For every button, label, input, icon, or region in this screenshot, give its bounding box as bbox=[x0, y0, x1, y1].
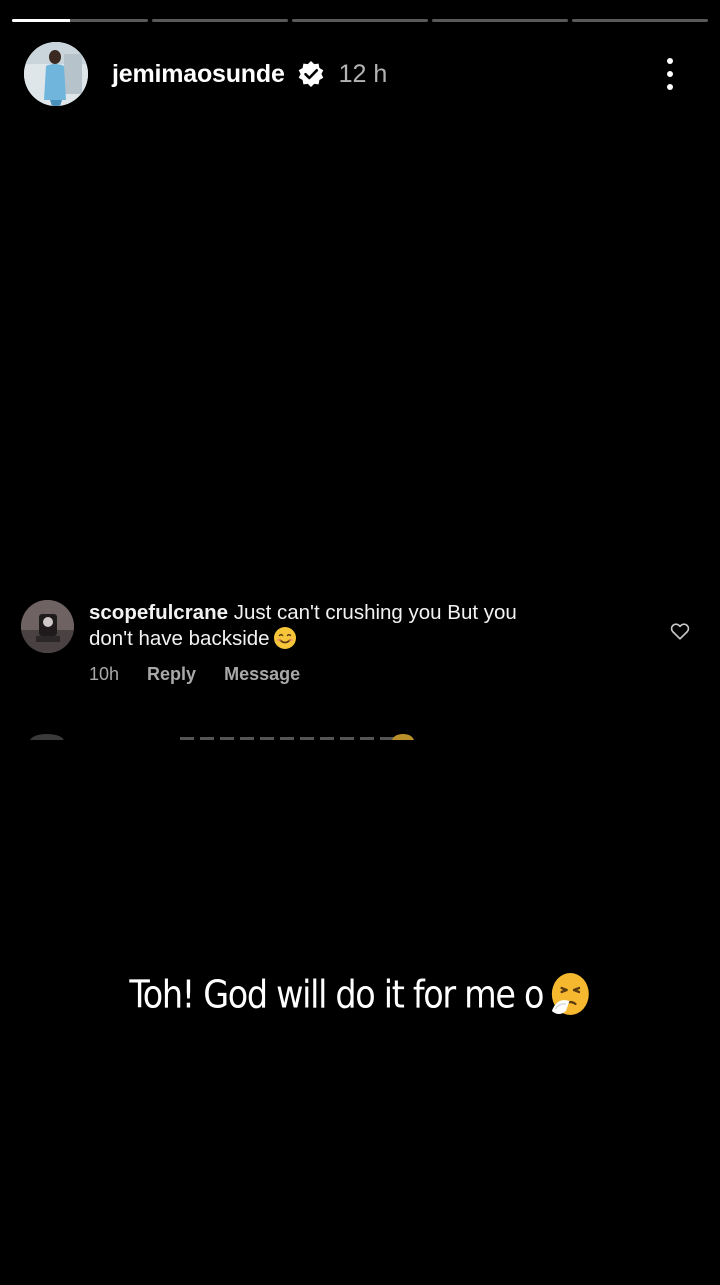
progress-fill bbox=[12, 19, 71, 22]
commenter-avatar bbox=[21, 600, 74, 653]
verified-badge-icon bbox=[297, 60, 325, 88]
avatar[interactable] bbox=[24, 42, 88, 106]
progress-segment bbox=[432, 19, 568, 22]
story-progress-bar bbox=[12, 19, 708, 22]
progress-segment bbox=[572, 19, 708, 22]
sneezing-face-icon bbox=[548, 971, 590, 1019]
username[interactable]: jemimaosunde bbox=[112, 60, 285, 89]
comment-text-line2: don't have backside bbox=[89, 627, 270, 650]
post-time: 12 h bbox=[338, 59, 388, 88]
commenter-username: scopefulcrane bbox=[89, 601, 228, 624]
heart-outline-icon[interactable] bbox=[669, 620, 691, 642]
smiling-face-icon bbox=[273, 626, 297, 650]
comment-body: scopefulcrane Just can't crushing you Bu… bbox=[89, 600, 629, 652]
comment-text-line1: Just can't crushing you But you bbox=[233, 601, 517, 624]
message-button[interactable]: Message bbox=[224, 664, 300, 685]
cut-off-comment bbox=[30, 734, 430, 740]
comment-time: 10h bbox=[89, 664, 120, 684]
comment-meta: 10h Reply Message bbox=[89, 664, 300, 685]
progress-segment bbox=[12, 19, 148, 22]
story-header: jemimaosunde 12 h bbox=[24, 42, 696, 106]
story-caption: Toh! God will do it for me o bbox=[43, 970, 677, 1019]
more-options-button[interactable] bbox=[658, 56, 682, 92]
more-vertical-icon bbox=[667, 58, 673, 64]
reply-button[interactable]: Reply bbox=[147, 664, 196, 685]
progress-segment bbox=[292, 19, 428, 22]
progress-segment bbox=[152, 19, 288, 22]
caption-text: Toh! God will do it for me o bbox=[129, 972, 544, 1017]
